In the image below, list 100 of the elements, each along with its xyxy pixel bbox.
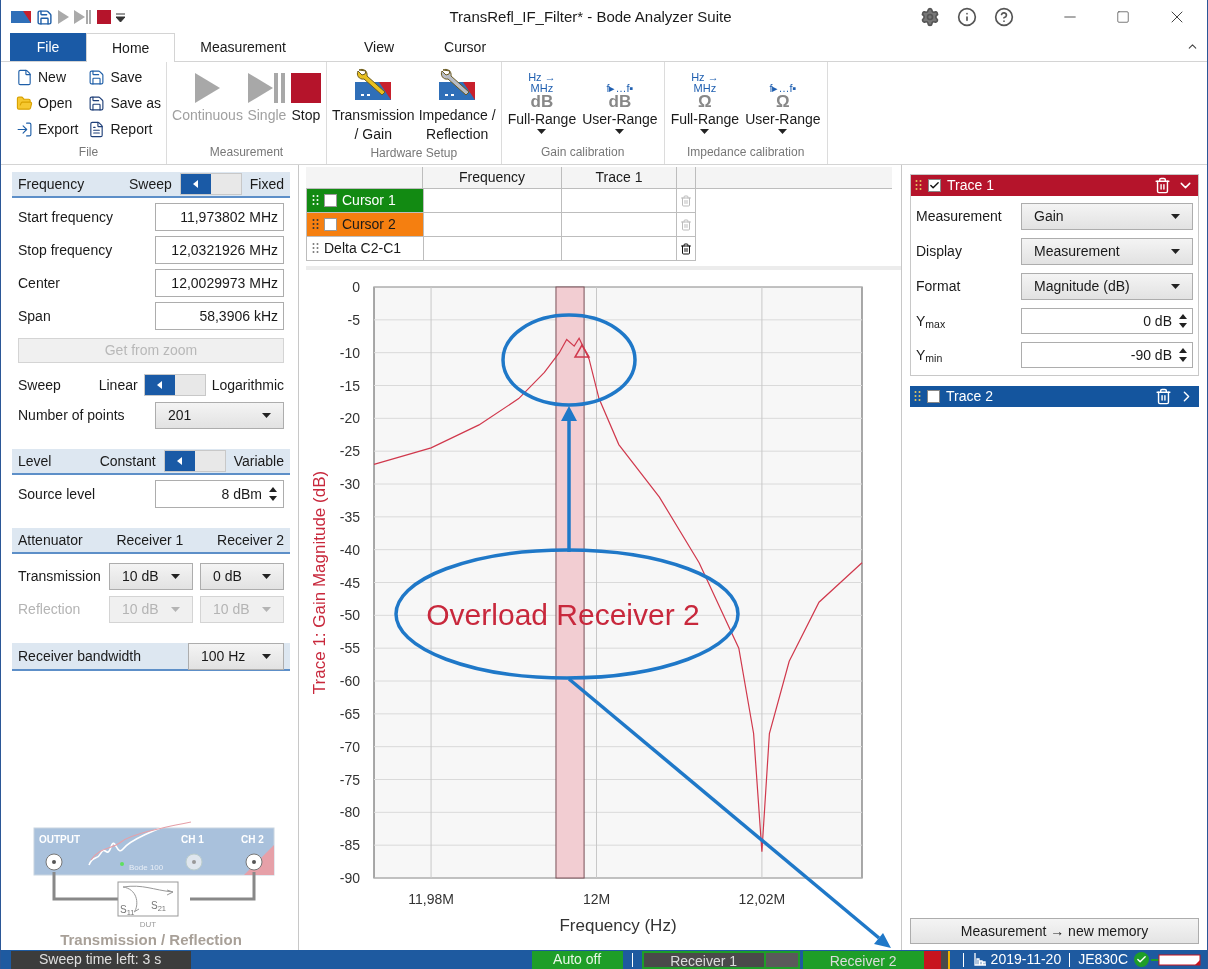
ribbon-button[interactable]: Hz → MHz dB Full-Range (505, 66, 579, 134)
caret-icon (1171, 284, 1180, 289)
input-field[interactable]: 12,0321926 MHz (155, 236, 284, 264)
checkbox[interactable] (324, 218, 337, 231)
toggle-segment[interactable] (164, 451, 195, 471)
toggle-segment[interactable] (174, 375, 205, 395)
info-icon[interactable] (957, 7, 977, 27)
input-field[interactable]: 11,973802 MHz (155, 203, 284, 231)
file-tab[interactable]: File (10, 33, 86, 61)
y-tick-label: -30 (339, 476, 360, 492)
trace-header[interactable]: Trace 1 (911, 175, 1198, 196)
checkbox[interactable] (928, 179, 941, 192)
ribbon-button[interactable]: Open (15, 92, 80, 114)
caret-icon (700, 129, 710, 134)
dropdown[interactable]: Gain (1021, 203, 1193, 230)
dropdown[interactable]: 0 dB (200, 563, 284, 590)
drag-handle-icon (914, 391, 921, 402)
toggle-option[interactable]: Sweep (128, 173, 172, 195)
field-label: Y$_{min}$ (916, 345, 944, 366)
y-tick-label: -10 (339, 344, 360, 361)
ribbon-button[interactable]: New (15, 66, 80, 88)
annotation-label: Overload Receiver 2 (426, 598, 700, 631)
caret-icon (262, 653, 271, 659)
field-label: Y$_{max}$ (916, 311, 947, 332)
input-field[interactable]: 0 dB (1021, 308, 1193, 334)
ribbon-button[interactable]: Stop (289, 66, 322, 125)
ribbon-button[interactable]: Hz → MHz Ω Full-Range (668, 66, 742, 134)
ribbon-button[interactable]: Transmission / Gain (330, 66, 416, 144)
y-tick-label: -75 (339, 771, 360, 788)
ribbon-tab[interactable]: Home (86, 33, 176, 62)
column-header: Receiver 1 (116, 530, 184, 550)
toggle-option[interactable]: Variable (233, 450, 284, 472)
dut-label: DUT (139, 920, 157, 929)
ribbon-button[interactable]: f▸…f▪ Ω User-Range (743, 66, 823, 134)
toggle-segment[interactable] (210, 174, 241, 194)
column-header: Receiver 2 (217, 530, 284, 550)
ribbon-tab[interactable]: Cursor (419, 33, 512, 61)
y-tick-label: -65 (339, 705, 360, 722)
toggle-switch[interactable] (163, 450, 226, 472)
y-tick-label: -85 (339, 837, 360, 854)
group-label: Impedance calibration (685, 144, 806, 161)
y-tick-label: -45 (339, 574, 360, 591)
trash-icon[interactable] (680, 242, 693, 255)
x-tick-label: 12,02M (738, 891, 786, 907)
toggle-switch[interactable] (143, 374, 206, 396)
ribbon-button[interactable]: Export (15, 118, 80, 140)
dropdown[interactable]: 100 Hz (188, 642, 284, 670)
cursor-cell[interactable]: Cursor 2 (307, 213, 424, 236)
toggle-switch[interactable] (179, 173, 242, 195)
ribbon-tab[interactable]: View (338, 33, 420, 61)
cursor-label: Cursor 2 (342, 215, 396, 234)
triangle-icon (157, 381, 163, 389)
toggle-segment[interactable] (144, 375, 175, 395)
group-label: Hardware Setup (369, 145, 459, 162)
ribbon-button[interactable]: Impedance / Reflection (417, 66, 497, 144)
help-icon[interactable] (994, 7, 1014, 27)
checkbox[interactable] (324, 194, 337, 207)
input-field[interactable]: 58,3906 kHz (155, 302, 284, 330)
caret-icon (171, 574, 180, 579)
y-axis-title: Trace 1: Gain Magnitude (dB) (310, 470, 329, 695)
dropdown[interactable]: 10 dB (109, 563, 193, 590)
input-field[interactable]: -90 dB (1021, 342, 1193, 368)
settings-icon[interactable] (920, 7, 940, 27)
dropdown[interactable]: 201 (155, 402, 284, 429)
caret-icon (262, 607, 271, 612)
input-field[interactable]: 8 dBm (155, 480, 284, 508)
trash-icon[interactable] (1154, 177, 1171, 194)
toggle-option[interactable]: Fixed (249, 173, 284, 195)
y-tick-label: -15 (339, 377, 360, 394)
toggle-segment[interactable] (180, 174, 211, 194)
field-label: Source level (18, 484, 96, 504)
dropdown[interactable]: Measurement (1021, 238, 1193, 265)
checkbox[interactable] (927, 390, 940, 403)
document-icon (88, 120, 106, 138)
ribbon-button[interactable]: f▸…f▪ dB User-Range (580, 66, 660, 134)
input-field[interactable]: 12,0029973 MHz (155, 269, 284, 297)
trash-icon[interactable] (1155, 388, 1172, 405)
field-label: Format (916, 277, 962, 296)
folder-icon (16, 94, 33, 112)
toggle-option[interactable]: Constant (99, 450, 156, 472)
new-memory-button[interactable]: Measurement → new memory (910, 918, 1199, 944)
toggle-segment[interactable] (194, 451, 225, 471)
ribbon-button[interactable]: Save as (87, 92, 163, 114)
maximize-icon[interactable] (1116, 10, 1130, 24)
check-icon (929, 180, 940, 191)
receiver-indicator: Receiver 1 (641, 950, 766, 969)
dropdown[interactable]: Magnitude (dB) (1021, 273, 1193, 300)
ribbon-button[interactable]: Report (87, 118, 163, 140)
toggle-option[interactable]: Logarithmic (211, 374, 284, 396)
s-parameter-label: S$_{11}$ (120, 904, 135, 915)
trace-header[interactable]: Trace 2 (910, 386, 1199, 407)
ribbon-tab[interactable]: Measurement (175, 33, 311, 61)
dropdown-arrow-icon[interactable] (116, 12, 125, 22)
cursor-cell[interactable]: Cursor 1 (307, 189, 424, 212)
toggle-option[interactable]: Linear (98, 374, 138, 396)
play-pause-icon (246, 72, 287, 104)
field-label: Sweep (18, 375, 61, 395)
y-tick-label: -80 (339, 804, 360, 821)
ribbon-button[interactable]: Save (87, 66, 163, 88)
trace-title: Trace 1 (947, 176, 995, 195)
